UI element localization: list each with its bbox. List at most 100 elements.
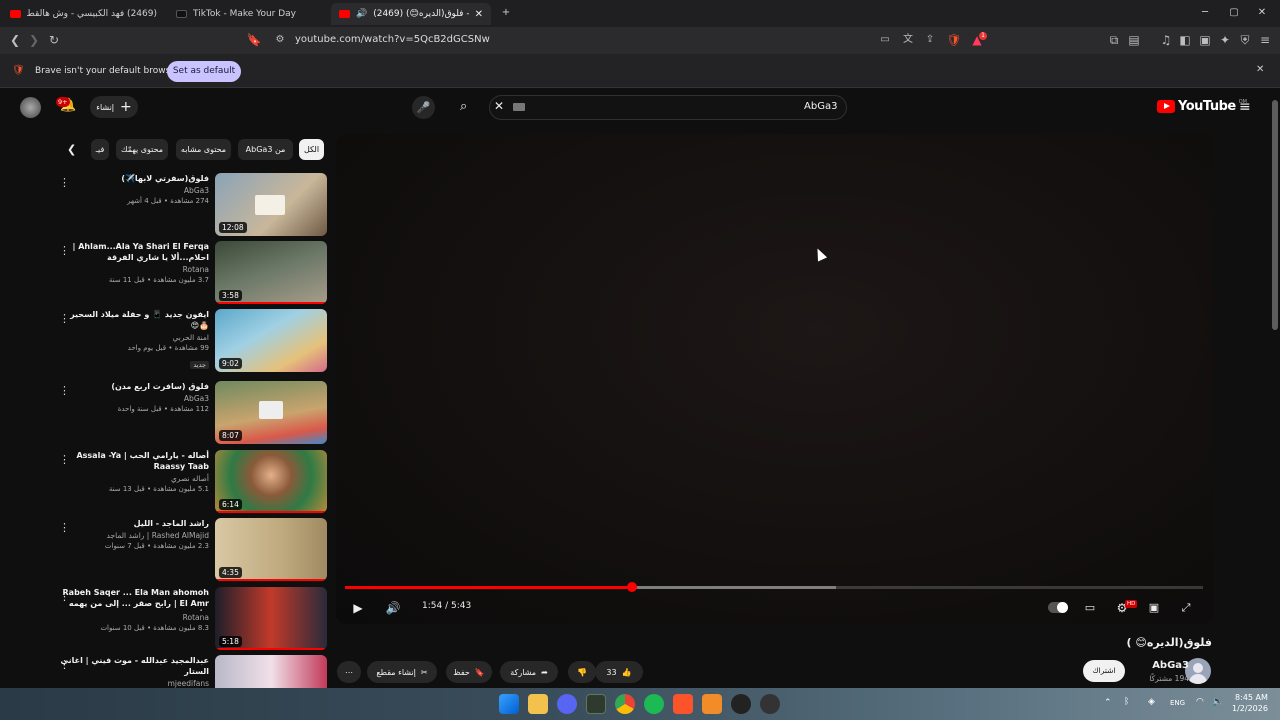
- autoplay-toggle[interactable]: [1048, 602, 1068, 613]
- input-language[interactable]: ENG: [1170, 699, 1185, 707]
- infobar-close-icon[interactable]: ✕: [1256, 64, 1264, 75]
- clear-search-icon[interactable]: ✕: [494, 99, 504, 113]
- guide-menu-icon[interactable]: ≡: [1239, 99, 1251, 115]
- share-button[interactable]: مشاركة ➦: [500, 661, 558, 683]
- window-close-icon[interactable]: ✕: [1252, 4, 1272, 22]
- list-item[interactable]: ⋮ Ahlam...Ala Ya Shari El Ferqa | احلام.…: [55, 241, 327, 307]
- list-item[interactable]: ⋮ أصاله - يارامي الحب | Assala -Ya Raass…: [55, 450, 327, 516]
- channel-name[interactable]: أصاله نصري: [59, 474, 209, 483]
- fullscreen-icon[interactable]: ⤢: [1177, 599, 1195, 617]
- set-default-button[interactable]: Set as default: [167, 61, 241, 82]
- forward-icon[interactable]: ❯: [26, 32, 42, 48]
- speaker-icon[interactable]: 🔈: [1212, 697, 1223, 707]
- list-item[interactable]: ⋮ راشد الماجد - الليل Rashed AlMajid | ر…: [55, 518, 327, 584]
- chips-scroll-left-icon[interactable]: ❮: [67, 143, 76, 156]
- channel-name[interactable]: AbGa3: [59, 186, 209, 195]
- tab-fahad[interactable]: (2469) فهد الكبيسي - وش هالقطاعه !!: [2, 3, 165, 25]
- avatar[interactable]: [20, 97, 41, 118]
- brave-icon[interactable]: [673, 694, 693, 714]
- thumbnail[interactable]: 12:08: [215, 173, 327, 236]
- thumbnail[interactable]: 4:35: [215, 518, 327, 581]
- save-button[interactable]: حفظ 🔖: [446, 661, 492, 683]
- media-icon[interactable]: ♫: [1158, 32, 1174, 48]
- url-field[interactable]: youtube.com/watch?v=5QcB2dGCSNw: [295, 34, 490, 45]
- list-item[interactable]: ⋮ Rabeh Saqer ... Ela Man ahomoh El Amr …: [55, 587, 327, 653]
- leo-ai-icon[interactable]: ✦: [1217, 32, 1233, 48]
- wifi-icon[interactable]: ◠: [1196, 697, 1204, 707]
- channel-name[interactable]: Rashed AlMajid | راشد الماجد: [59, 531, 209, 540]
- chip-for-you[interactable]: محتوى يهمّك: [116, 139, 168, 160]
- video-title[interactable]: عبدالمجيد عبدالله - موت فيني | اغاني الس…: [59, 655, 209, 677]
- create-button[interactable]: إنشاء +: [90, 96, 138, 118]
- channel-name[interactable]: AbGa3: [1152, 660, 1189, 671]
- video-title[interactable]: ايفون جديد 📱 و حفلة ميلاد السحير 🎂😍: [59, 309, 209, 331]
- voice-search-icon[interactable]: 🎤: [412, 96, 435, 119]
- video-player[interactable]: [336, 134, 1213, 624]
- thumbnail[interactable]: 3:58: [215, 241, 327, 304]
- channel-name[interactable]: AbGa3: [59, 394, 209, 403]
- sidebar-icon[interactable]: ◧: [1177, 32, 1193, 48]
- subtitles-icon[interactable]: ▭: [1081, 599, 1099, 617]
- more-actions-button[interactable]: ⋯: [337, 661, 361, 683]
- channel-name[interactable]: mjeedifans: [59, 679, 209, 688]
- thumbnail[interactable]: 6:14: [215, 450, 327, 513]
- tray-app-icon[interactable]: ◈: [1148, 697, 1155, 707]
- maximize-icon[interactable]: ▢: [1224, 4, 1244, 22]
- back-icon[interactable]: ❮: [7, 32, 23, 48]
- extensions-icon[interactable]: ⧉: [1106, 32, 1122, 48]
- like-button[interactable]: 33 👍: [595, 661, 643, 683]
- app-a-icon[interactable]: [702, 694, 722, 714]
- clip-button[interactable]: إنشاء مقطع ✂: [367, 661, 437, 683]
- translate-icon[interactable]: 文: [900, 32, 916, 48]
- menu-icon[interactable]: ≡: [1257, 32, 1273, 48]
- subscribe-button[interactable]: اشتراك: [1083, 660, 1125, 682]
- video-title[interactable]: Ahlam...Ala Ya Shari El Ferqa | احلام...…: [59, 241, 209, 263]
- video-title[interactable]: فلوق (سافرت اربع مدن): [59, 381, 209, 392]
- thumbnail[interactable]: 9:02: [215, 309, 327, 372]
- video-title[interactable]: راشد الماجد - الليل: [59, 518, 209, 529]
- clock[interactable]: 8:45 AM 1/2/2026: [1232, 692, 1268, 714]
- discord-icon[interactable]: [557, 694, 577, 714]
- thumbnail[interactable]: 5:18: [215, 587, 327, 650]
- search-icon[interactable]: ⌕: [460, 99, 467, 114]
- tab-youtube-active[interactable]: 🔊 (2469) فلوق(الديره😊) - YouTube ✕: [331, 3, 491, 25]
- bookmark-icon[interactable]: 🔖: [246, 32, 262, 48]
- thumbnail[interactable]: 8:07: [215, 381, 327, 444]
- dislike-button[interactable]: 👎: [568, 661, 596, 683]
- play-icon[interactable]: ▶: [349, 599, 367, 617]
- share-icon[interactable]: ⇪: [922, 32, 938, 48]
- cast-icon[interactable]: ▭: [877, 32, 893, 48]
- chip-all[interactable]: الكل: [299, 139, 324, 160]
- audio-playing-icon[interactable]: 🔊: [356, 9, 367, 19]
- spotify-icon[interactable]: [644, 694, 664, 714]
- reload-icon[interactable]: ↻: [46, 32, 62, 48]
- tray-chevron-icon[interactable]: ⌃: [1104, 698, 1112, 708]
- youtube-logo[interactable]: YouTube OM: [1157, 99, 1247, 114]
- brave-shields-icon[interactable]: 🛡: [946, 32, 962, 48]
- list-item[interactable]: ⋮ فلوق (سافرت اربع مدن) AbGa3 112 مشاهدة…: [55, 381, 327, 447]
- list-item[interactable]: ⋮ فلوق(سفرتي لابها✈️) AbGa3 274 مشاهدة •…: [55, 173, 327, 239]
- scrollbar-thumb[interactable]: [1272, 100, 1278, 330]
- site-info-icon[interactable]: ⚙: [272, 32, 288, 48]
- xbox-icon[interactable]: [586, 694, 606, 714]
- chip-related[interactable]: محتوى مشابه: [176, 139, 231, 160]
- channel-name[interactable]: Rotana: [59, 265, 209, 274]
- close-tab-icon[interactable]: ✕: [475, 9, 483, 20]
- video-title[interactable]: Rabeh Saqer ... Ela Man ahomoh El Amr | …: [59, 587, 209, 611]
- search-query-text[interactable]: AbGa3: [804, 101, 837, 112]
- video-title[interactable]: أصاله - يارامي الحب | Assala -Ya Raassy …: [59, 450, 209, 472]
- tab-tiktok[interactable]: TikTok - Make Your Day: [168, 3, 326, 25]
- tray-bluetooth-icon[interactable]: ᛒ: [1124, 697, 1129, 707]
- wallet-icon[interactable]: ▤: [1126, 32, 1142, 48]
- new-tab-plus-icon[interactable]: +: [496, 4, 516, 22]
- scrubber-handle[interactable]: [626, 582, 637, 592]
- vpn-icon[interactable]: ⛨: [1237, 32, 1253, 48]
- list-item[interactable]: ⋮ عبدالمجيد عبدالله - موت فيني | اغاني ا…: [55, 655, 327, 688]
- channel-name[interactable]: امنة الحربي: [59, 333, 209, 342]
- keyboard-icon[interactable]: [513, 103, 525, 111]
- volume-icon[interactable]: 🔊: [384, 599, 402, 617]
- video-title[interactable]: فلوق(سفرتي لابها✈️): [59, 173, 209, 184]
- chip-from-channel[interactable]: من AbGa3: [238, 139, 293, 160]
- app-recorder-icon[interactable]: [760, 694, 780, 714]
- wallet2-icon[interactable]: ▣: [1197, 32, 1213, 48]
